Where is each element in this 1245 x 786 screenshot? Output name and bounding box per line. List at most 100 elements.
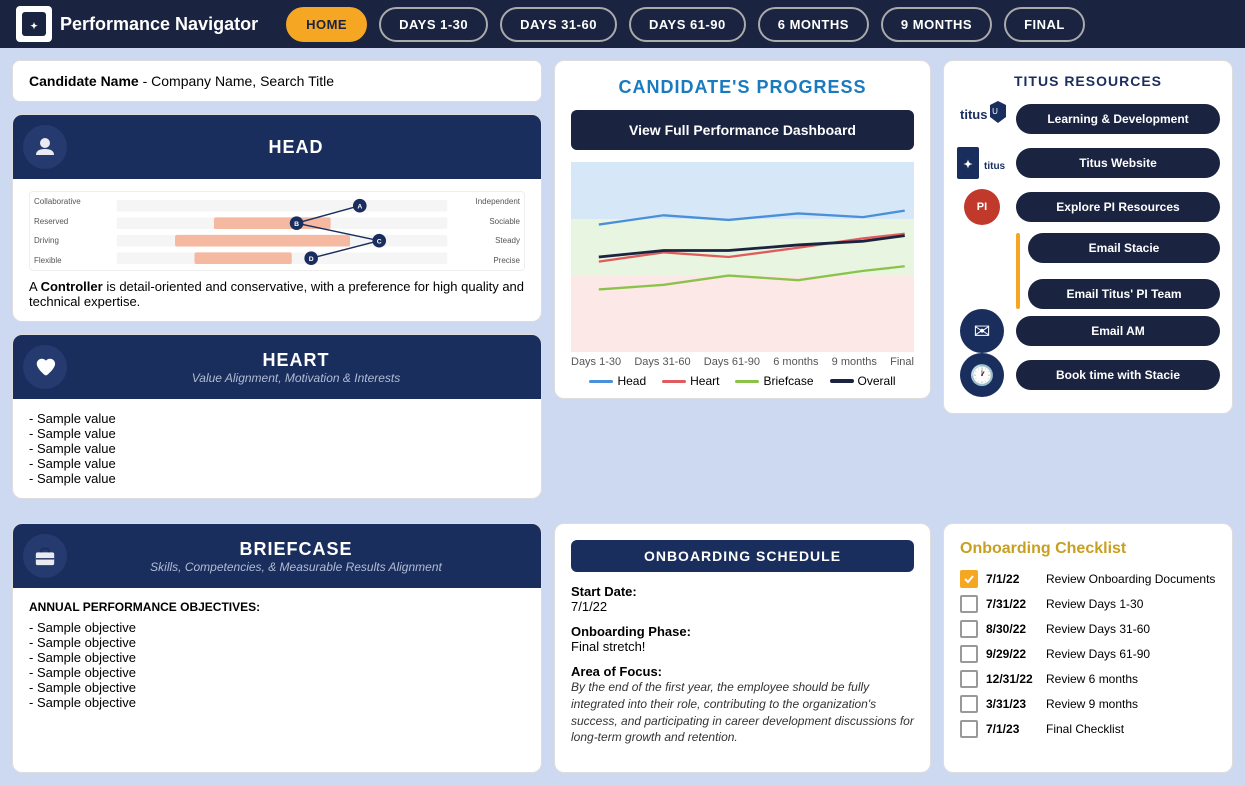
check-box-3[interactable] — [960, 645, 978, 663]
heart-icon-wrap — [23, 345, 67, 389]
nav-9-months[interactable]: 9 MONTHS — [881, 7, 992, 42]
head-description: A Controller is detail-oriented and cons… — [29, 279, 525, 309]
candidate-bar: Candidate Name - Company Name, Search Ti… — [12, 60, 542, 102]
check-box-0[interactable] — [960, 570, 978, 588]
briefcase-icon — [23, 534, 67, 578]
briefcase-item-1: - Sample objective — [29, 620, 525, 635]
check-date-1: 7/31/22 — [986, 597, 1038, 611]
checklist-rows: 7/1/22Review Onboarding Documents 7/31/22… — [960, 570, 1216, 738]
svg-text:C: C — [377, 239, 382, 246]
checklist-row: 9/29/22 Review Days 61-90 — [960, 645, 1216, 663]
svg-text:U: U — [992, 107, 998, 116]
chart-label-collaborative: Collaborative — [34, 197, 81, 206]
checklist-row: 12/31/22Review 6 months — [960, 670, 1216, 688]
heart-item-4: - Sample value — [29, 456, 525, 471]
heart-icon — [23, 345, 67, 389]
candidate-name-label: Candidate Name — [29, 73, 139, 89]
legend-briefcase-label: Briefcase — [763, 374, 813, 388]
check-date-0: 7/1/22 — [986, 572, 1038, 586]
check-label-6: Final Checklist — [1046, 722, 1124, 736]
nav-days-31-60[interactable]: DAYS 31-60 — [500, 7, 617, 42]
titus-wordmark-logo: ✦ titus — [956, 145, 1008, 181]
check-box-2[interactable] — [960, 620, 978, 638]
checklist-card: Onboarding Checklist 7/1/22Review Onboar… — [943, 523, 1233, 773]
check-box-6[interactable] — [960, 720, 978, 738]
legend-head-label: Head — [617, 374, 646, 388]
chart-label-driving: Driving — [34, 236, 81, 245]
legend-heart: Heart — [662, 374, 719, 388]
head-chart: Collaborative Reserved Driving Flexible … — [29, 191, 525, 271]
check-label-1: Review Days 1-30 — [1046, 597, 1143, 611]
book-time-button[interactable]: Book time with Stacie — [1016, 360, 1220, 390]
chart-label-reserved: Reserved — [34, 217, 81, 226]
head-type: Controller — [41, 279, 103, 294]
check-date-5: 3/31/23 — [986, 697, 1038, 711]
x-label-1: Days 31-60 — [634, 356, 690, 368]
nav-6-months[interactable]: 6 MONTHS — [758, 7, 869, 42]
briefcase-icon-wrap — [23, 534, 67, 578]
explore-pi-button[interactable]: Explore PI Resources — [1016, 192, 1220, 222]
band-blue — [571, 162, 914, 219]
titus-shield-logo: titus U — [956, 101, 1008, 137]
legend-heart-label: Heart — [690, 374, 719, 388]
heart-body: - Sample value - Sample value - Sample v… — [13, 399, 541, 498]
email-pi-team-button[interactable]: Email Titus' PI Team — [1028, 279, 1220, 309]
check-label-5: Review 9 months — [1046, 697, 1138, 711]
header: ✦ Performance Navigator HOME DAYS 1-30 D… — [0, 0, 1245, 48]
chart-label-steady: Steady — [476, 236, 521, 245]
onboarding-schedule-card: ONBOARDING SCHEDULE Start Date: 7/1/22 O… — [554, 523, 931, 773]
app-title: Performance Navigator — [60, 14, 258, 35]
email-icon: ✉ — [960, 309, 1004, 353]
chart-label-precise: Precise — [476, 256, 521, 265]
svg-text:✦: ✦ — [963, 159, 972, 171]
pi-logo: PI — [964, 189, 1000, 225]
check-label-3: Review Days 61-90 — [1046, 647, 1150, 661]
checklist-title: Onboarding Checklist — [960, 540, 1216, 558]
resources-title: TITUS RESOURCES — [956, 73, 1220, 89]
heart-section-header: HEART Value Alignment, Motivation & Inte… — [13, 335, 541, 399]
heart-title-wrap: HEART Value Alignment, Motivation & Inte… — [67, 350, 525, 385]
progress-chart-inner — [571, 162, 914, 352]
check-label-4: Review 6 months — [1046, 672, 1138, 686]
left-column: Candidate Name - Company Name, Search Ti… — [12, 60, 542, 499]
nav-home[interactable]: HOME — [286, 7, 367, 42]
svg-text:A: A — [357, 204, 362, 211]
resources-card: TITUS RESOURCES titus U Learning & Devel… — [943, 60, 1233, 414]
briefcase-item-6: - Sample objective — [29, 695, 525, 710]
head-section-card: HEAD Collaborative Reserved Driving Flex… — [12, 114, 542, 322]
email-buttons-group: Email Stacie Email Titus' PI Team — [1028, 233, 1220, 309]
briefcase-item-4: - Sample objective — [29, 665, 525, 680]
progress-card: CANDIDATE'S PROGRESS View Full Performan… — [554, 60, 931, 399]
learning-dev-button[interactable]: Learning & Development — [1016, 104, 1220, 134]
briefcase-subtitle: Skills, Competencies, & Measurable Resul… — [67, 560, 525, 574]
phase-field: Onboarding Phase: Final stretch! — [571, 624, 914, 654]
legend-briefcase: Briefcase — [735, 374, 813, 388]
head-type-desc: is detail-oriented and conservative, wit… — [29, 279, 524, 309]
legend-overall-label: Overall — [858, 374, 896, 388]
titus-website-button[interactable]: Titus Website — [1016, 148, 1220, 178]
nav-final[interactable]: FINAL — [1004, 7, 1085, 42]
email-stacie-button[interactable]: Email Stacie — [1028, 233, 1220, 263]
check-box-1[interactable] — [960, 595, 978, 613]
check-date-3: 9/29/22 — [986, 647, 1038, 661]
check-box-4[interactable] — [960, 670, 978, 688]
legend-briefcase-line — [735, 380, 759, 383]
onboarding-title: ONBOARDING SCHEDULE — [571, 540, 914, 572]
check-box-5[interactable] — [960, 695, 978, 713]
titus-shield-svg: titus U — [958, 99, 1006, 139]
briefcase-title: BRIEFCASE — [67, 539, 525, 560]
nav-days-1-30[interactable]: DAYS 1-30 — [379, 7, 488, 42]
focus-field: Area of Focus: By the end of the first y… — [571, 664, 914, 746]
briefcase-section-card: BRIEFCASE Skills, Competencies, & Measur… — [12, 523, 542, 773]
check-label-2: Review Days 31-60 — [1046, 622, 1150, 636]
dashboard-button[interactable]: View Full Performance Dashboard — [571, 110, 914, 150]
nav-days-61-90[interactable]: DAYS 61-90 — [629, 7, 746, 42]
x-label-4: 9 months — [832, 356, 877, 368]
email-icon-wrap: ✉ — [956, 313, 1008, 349]
email-am-button[interactable]: Email AM — [1016, 316, 1220, 346]
head-section-header: HEAD — [13, 115, 541, 179]
checklist-row: 7/1/22Review Onboarding Documents — [960, 570, 1216, 588]
phase-label: Onboarding Phase: — [571, 624, 691, 639]
legend-head-line — [589, 380, 613, 383]
band-green — [571, 219, 914, 276]
